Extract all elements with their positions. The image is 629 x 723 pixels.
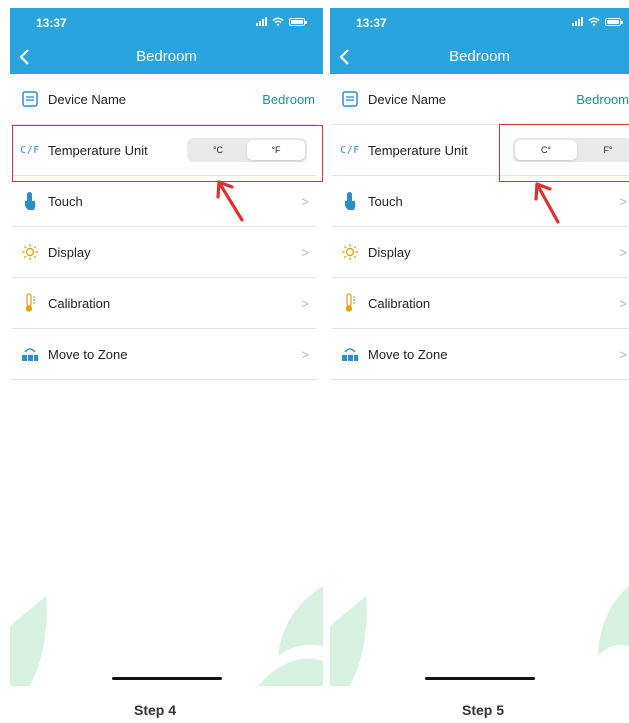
sun-icon bbox=[340, 241, 360, 263]
signal-icon bbox=[572, 17, 583, 26]
device-name-label: Device Name bbox=[368, 91, 447, 107]
leaf-decoration-icon bbox=[598, 586, 629, 656]
cf-icon-text: C/F bbox=[340, 144, 360, 156]
calibration-label: Calibration bbox=[368, 295, 431, 311]
device-name-value: Bedroom bbox=[576, 91, 629, 107]
status-icons bbox=[572, 17, 623, 26]
temperature-unit-label: Temperature Unit bbox=[368, 142, 468, 158]
move-to-zone-row[interactable]: Move to Zone > bbox=[12, 329, 317, 380]
battery-icon bbox=[605, 18, 623, 26]
touch-row[interactable]: Touch > bbox=[12, 176, 317, 227]
touch-hand-icon bbox=[20, 190, 40, 212]
device-name-value: Bedroom bbox=[262, 91, 315, 107]
celsius-fahrenheit-icon: C/F bbox=[340, 139, 360, 161]
thermometer-icon bbox=[20, 292, 40, 314]
page-title: Bedroom bbox=[136, 48, 197, 65]
step-caption: Step 4 bbox=[134, 702, 177, 718]
leaf-decoration-icon bbox=[330, 596, 367, 686]
highlight-box bbox=[499, 124, 629, 182]
move-to-zone-label: Move to Zone bbox=[48, 346, 128, 362]
leaf-decoration-icon bbox=[258, 586, 323, 686]
move-to-zone-label: Move to Zone bbox=[368, 346, 448, 362]
wifi-icon bbox=[272, 17, 284, 26]
step-caption: Step 5 bbox=[462, 702, 505, 718]
chevron-right-icon: > bbox=[301, 346, 309, 362]
touch-label: Touch bbox=[368, 193, 403, 209]
settings-list: Device Name Bedroom C/F Temperature Unit… bbox=[10, 74, 323, 380]
touch-row[interactable]: Touch > bbox=[332, 176, 629, 227]
thermometer-icon bbox=[340, 292, 360, 314]
chevron-right-icon: > bbox=[301, 193, 309, 209]
chevron-right-icon: > bbox=[619, 346, 627, 362]
status-time: 13:37 bbox=[36, 16, 67, 30]
device-icon bbox=[20, 88, 40, 110]
chevron-right-icon: > bbox=[619, 244, 627, 260]
device-icon bbox=[340, 88, 360, 110]
sun-icon bbox=[20, 241, 40, 263]
battery-icon bbox=[289, 18, 307, 26]
app-header: 13:37 Bedroom bbox=[330, 8, 629, 74]
chevron-right-icon: > bbox=[301, 295, 309, 311]
app-header: 13:37 Bedroom bbox=[10, 8, 323, 74]
chevron-right-icon: > bbox=[619, 193, 627, 209]
calibration-label: Calibration bbox=[48, 295, 111, 311]
device-name-row[interactable]: Device Name Bedroom bbox=[332, 74, 629, 125]
home-indicator[interactable] bbox=[111, 677, 222, 680]
zone-icon bbox=[20, 343, 40, 365]
chevron-right-icon: > bbox=[301, 244, 309, 260]
zone-icon bbox=[340, 343, 360, 365]
device-name-row[interactable]: Device Name Bedroom bbox=[12, 74, 317, 125]
red-arrow-icon bbox=[216, 180, 244, 222]
status-icons bbox=[256, 17, 307, 26]
highlight-box bbox=[12, 125, 323, 182]
device-name-label: Device Name bbox=[48, 91, 127, 107]
calibration-row[interactable]: Calibration > bbox=[12, 278, 317, 329]
display-row[interactable]: Display > bbox=[12, 227, 317, 278]
status-time: 13:37 bbox=[356, 16, 387, 30]
move-to-zone-row[interactable]: Move to Zone > bbox=[332, 329, 629, 380]
signal-icon bbox=[256, 17, 267, 26]
settings-list: Device Name Bedroom C/F Temperature Unit… bbox=[330, 74, 629, 380]
calibration-row[interactable]: Calibration > bbox=[332, 278, 629, 329]
touch-hand-icon bbox=[340, 190, 360, 212]
display-label: Display bbox=[48, 244, 91, 260]
phone-screen-step-4: 13:37 Bedroom Device Name Bedroom C/F Te… bbox=[10, 8, 323, 686]
chevron-right-icon: > bbox=[619, 295, 627, 311]
phone-screen-step-5: 13:37 Bedroom Device Name Bedroom C/F Te… bbox=[330, 8, 629, 686]
wifi-icon bbox=[588, 17, 600, 26]
page-title: Bedroom bbox=[449, 48, 510, 65]
home-indicator[interactable] bbox=[424, 677, 535, 680]
red-arrow-icon bbox=[534, 182, 560, 224]
touch-label: Touch bbox=[48, 193, 83, 209]
display-row[interactable]: Display > bbox=[332, 227, 629, 278]
leaf-decoration-icon bbox=[10, 596, 47, 686]
display-label: Display bbox=[368, 244, 411, 260]
